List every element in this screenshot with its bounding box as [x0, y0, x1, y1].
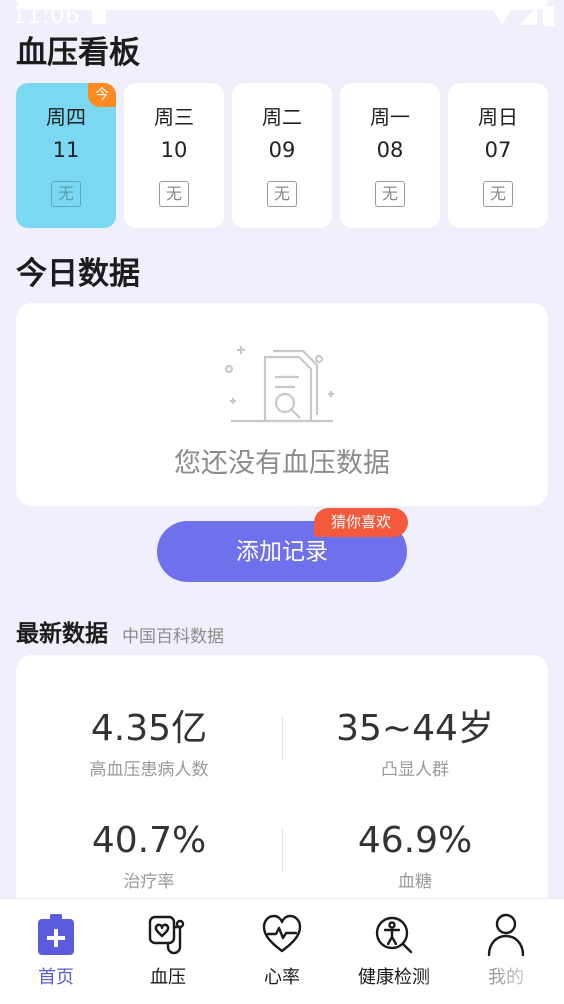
stat-blood-sugar: 46.9% 血糖	[282, 819, 548, 892]
empty-data-text: 您还没有血压数据	[174, 448, 390, 479]
health-check-icon	[375, 916, 413, 954]
day-card-monday[interactable]: 周一 08 无	[340, 83, 440, 228]
day-date: 09	[268, 138, 296, 162]
wifi-icon	[491, 7, 513, 25]
day-status: 无	[267, 181, 297, 207]
day-name: 周二	[262, 105, 302, 129]
today-badge: 今	[88, 83, 116, 107]
medical-kit-icon	[38, 914, 74, 955]
day-name: 周日	[478, 105, 518, 129]
latest-stats-card: 4.35亿 高血压患病人数 35~44岁 凸显人群 40.7% 治疗率 46.9…	[16, 655, 548, 925]
signal-icon	[519, 7, 537, 25]
heart-rate-icon	[262, 914, 302, 953]
stat-label: 血糖	[398, 872, 432, 892]
day-date: 07	[484, 138, 512, 162]
day-date: 08	[376, 138, 404, 162]
today-data-card: 您还没有血压数据	[16, 303, 548, 506]
stat-label: 高血压患病人数	[89, 760, 209, 780]
nav-home[interactable]: 首页	[0, 899, 112, 1004]
day-card-wednesday[interactable]: 周三 10 无	[124, 83, 224, 228]
battery-icon	[543, 6, 554, 26]
stat-value: 40.7%	[91, 820, 207, 861]
nav-label: 心率	[264, 967, 300, 988]
recommend-badge: 猜你喜欢	[314, 508, 408, 537]
today-data-title: 今日数据	[16, 256, 140, 292]
nav-blood-pressure[interactable]: 血压	[112, 899, 224, 1004]
day-selector: 周四 11 无 今 周三 10 无 周二 09 无 周一 08 无 周日 07 …	[16, 83, 548, 228]
latest-data-source: 中国百科数据	[122, 627, 224, 647]
nav-label: 首页	[38, 967, 74, 988]
profile-icon	[487, 913, 525, 957]
day-name: 周三	[154, 105, 194, 129]
day-status: 无	[375, 181, 405, 207]
watermark-overlay	[424, 960, 554, 990]
day-status: 无	[51, 181, 81, 207]
notification-icon	[92, 8, 106, 24]
day-date: 10	[160, 138, 188, 162]
dashboard-title: 血压看板	[16, 35, 140, 71]
stat-value: 4.35亿	[90, 708, 208, 749]
day-name: 周一	[370, 105, 410, 129]
day-card-sunday[interactable]: 周日 07 无	[448, 83, 548, 228]
stat-label: 凸显人群	[381, 760, 449, 780]
stat-label: 治疗率	[123, 872, 175, 892]
day-status: 无	[483, 181, 513, 207]
stat-treatment-rate: 40.7% 治疗率	[16, 819, 282, 892]
nav-label: 血压	[150, 967, 186, 988]
latest-data-title: 最新数据	[16, 621, 108, 647]
document-search-icon	[224, 346, 334, 423]
day-card-thursday[interactable]: 周四 11 无 今	[16, 83, 116, 228]
stat-patient-count: 4.35亿 高血压患病人数	[16, 707, 282, 780]
blood-pressure-icon	[148, 915, 185, 955]
day-status: 无	[159, 181, 189, 207]
stat-age-group: 35~44岁 凸显人群	[282, 707, 548, 780]
day-card-tuesday[interactable]: 周二 09 无	[232, 83, 332, 228]
stat-value: 35~44岁	[336, 708, 494, 749]
nav-heart-rate[interactable]: 心率	[226, 899, 338, 1004]
stat-value: 46.9%	[357, 820, 473, 861]
status-icons	[491, 6, 554, 26]
day-date: 11	[52, 138, 80, 162]
status-time: 11:06	[12, 4, 81, 29]
